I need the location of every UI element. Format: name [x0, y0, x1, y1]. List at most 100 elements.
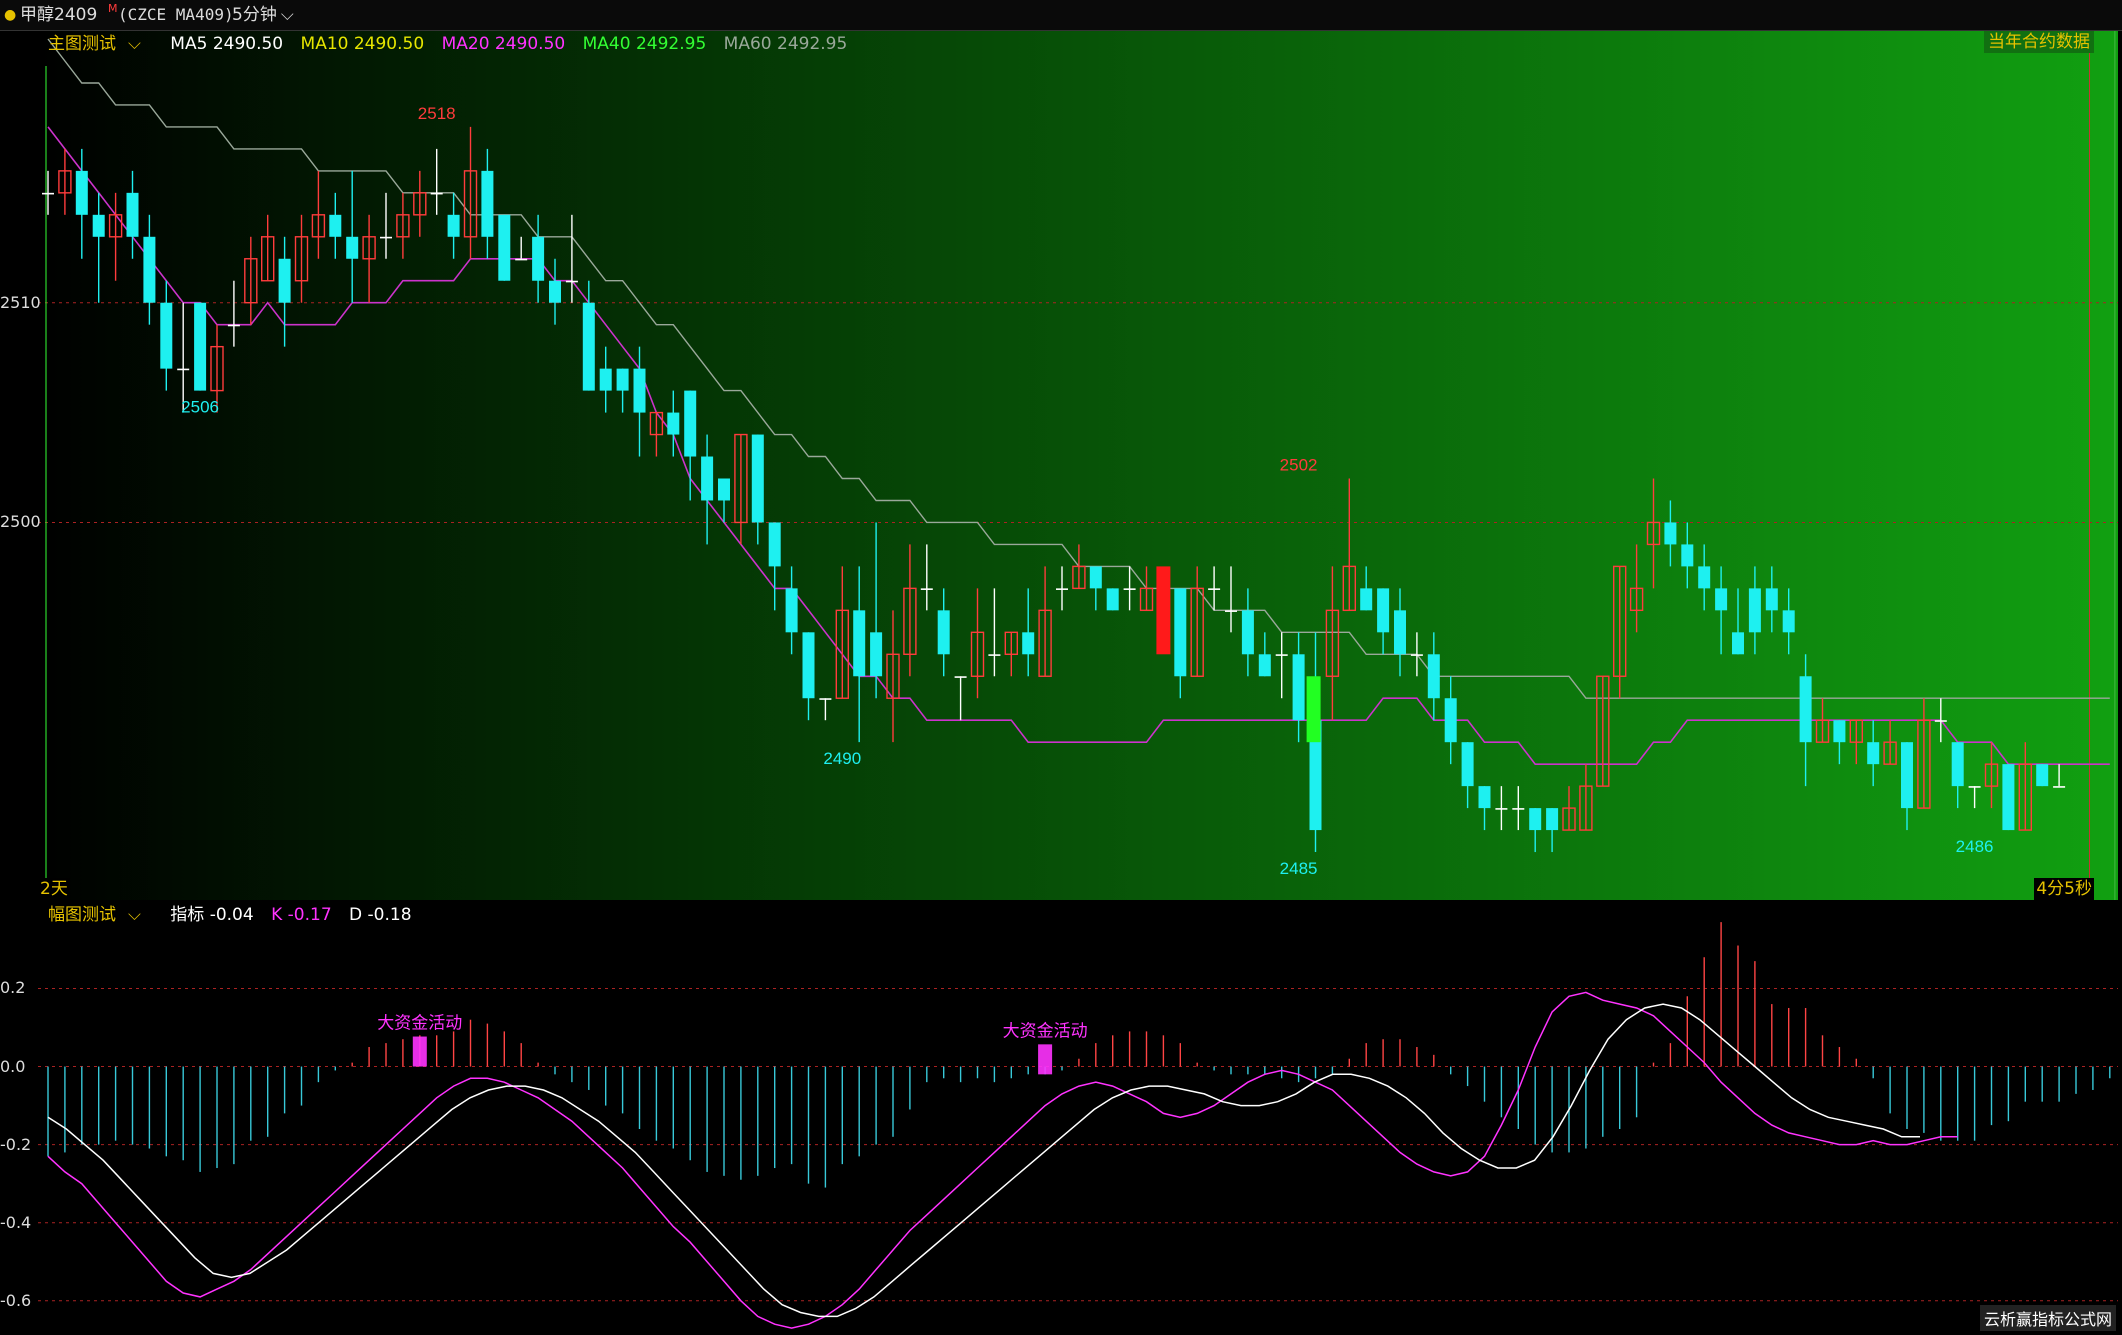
candle-body	[870, 632, 883, 677]
candle-body	[1444, 698, 1457, 743]
highlight-green-candle	[1306, 676, 1321, 743]
sub-indicator-selector[interactable]: 幅图测试 ⌵	[48, 905, 153, 925]
main-indicator-name: 主图测试	[48, 34, 116, 54]
candle-body	[768, 522, 781, 567]
price-annotation: 2490	[823, 749, 861, 768]
price-annotation: 2485	[1280, 859, 1318, 878]
candle-body	[616, 368, 629, 391]
candle-body	[126, 192, 139, 237]
candle-body	[751, 434, 764, 523]
ma40-label: MA40 2492.95	[582, 34, 707, 54]
candle-body	[599, 368, 612, 391]
sub-chart-panel[interactable]: 大资金活动 大资金活动 幅图测试 ⌵ 指标 -0.04 K -0.17 D -0.1…	[38, 902, 2118, 1334]
oscillator-chart[interactable]: 大资金活动 大资金活动	[38, 902, 2118, 1334]
k-value: K -0.17	[271, 905, 332, 925]
candle-body	[42, 192, 54, 195]
y-tick-label: 2500	[0, 512, 41, 532]
watermark: 云析赢指标公式网	[1979, 1305, 2116, 1331]
candle-body	[430, 192, 443, 195]
candle-body	[92, 214, 105, 237]
candle-body	[1461, 742, 1474, 787]
candle-body	[1698, 566, 1711, 589]
countdown-label: 4分5秒	[2034, 878, 2094, 900]
status-dot-icon: ●	[4, 7, 17, 23]
ma60-label: MA60 2492.95	[723, 34, 848, 54]
candle-body	[2002, 764, 2015, 831]
chevron-down-icon: ⌵	[128, 34, 141, 54]
candle-body	[1394, 610, 1406, 655]
candle-body	[802, 632, 815, 699]
candle-body	[177, 368, 190, 371]
candle-body	[1022, 632, 1035, 655]
main-y-axis: 2510 2500	[0, 31, 41, 900]
contract-data-label[interactable]: 当年合约数据	[1984, 31, 2094, 53]
candle-body	[1478, 786, 1491, 809]
fund-activity-marker	[412, 1036, 427, 1067]
candle-body	[1867, 742, 1880, 765]
candle-body	[1292, 654, 1305, 721]
days-label: 2天	[38, 878, 70, 900]
candle-body	[667, 412, 680, 435]
candle-body	[481, 170, 494, 237]
candle-body	[447, 214, 460, 237]
candle-body	[1951, 742, 1964, 787]
ma20-label: MA20 2490.50	[441, 34, 566, 54]
main-indicator-selector[interactable]: 主图测试 ⌵	[48, 34, 153, 54]
candle-body	[1732, 632, 1744, 655]
candle-body	[1056, 588, 1068, 590]
d-line	[47, 1003, 1920, 1318]
candle-body	[1427, 654, 1440, 699]
candle-body	[701, 456, 714, 501]
price-annotation: 2502	[1280, 456, 1318, 475]
candle-body	[549, 280, 561, 303]
title-bar: ● 甲醇2409 M (CZCE MA409) 5分钟 ⌵	[0, 0, 2122, 31]
contract-title[interactable]: 甲醇2409	[20, 0, 97, 30]
highlight-red-candle	[1156, 566, 1171, 655]
chevron-down-icon: ⌵	[128, 905, 141, 925]
candle-body	[1360, 588, 1373, 611]
fund-activity-label: 大资金活动	[1003, 1021, 1088, 1041]
candle-body	[1664, 522, 1677, 545]
candle-body	[1968, 786, 1981, 788]
candle-body	[329, 214, 342, 237]
price-annotation: 2518	[418, 104, 456, 123]
candle-body	[954, 676, 967, 678]
candle-body	[1833, 720, 1846, 743]
contract-title-mark: M	[108, 2, 118, 15]
candle-body	[1782, 610, 1795, 633]
candle-body	[1512, 808, 1525, 810]
d-value: D -0.18	[349, 905, 412, 925]
candle-body	[1106, 588, 1119, 611]
candle-body	[227, 324, 240, 327]
candle-body	[1089, 566, 1102, 589]
period-label: 5分钟	[232, 5, 277, 25]
candle-body	[920, 588, 933, 590]
candle-body	[819, 698, 832, 700]
price-annotation: 2506	[181, 398, 219, 417]
ma10-label: MA10 2490.50	[300, 34, 425, 54]
candle-body	[532, 236, 545, 281]
candle-body	[1225, 610, 1237, 612]
period-selector[interactable]: 5分钟 ⌵	[232, 0, 294, 30]
candle-body	[160, 302, 173, 369]
k-line	[47, 991, 1958, 1329]
chevron-down-icon: ⌵	[280, 5, 294, 25]
candle-body	[1208, 588, 1221, 590]
indicator-value: 指标 -0.04	[170, 905, 254, 925]
main-legend: 主图测试 ⌵ MA5 2490.50 MA10 2490.50 MA20 2490…	[48, 31, 859, 57]
candle-body	[1275, 654, 1288, 656]
main-chart-panel[interactable]: 2518 2506 2490 2502 2485 2486 主图测试 ⌵ MA5 2490.…	[38, 31, 2118, 900]
candle-body	[853, 610, 866, 677]
fund-activity-marker	[1038, 1044, 1053, 1075]
candle-body	[1258, 654, 1271, 677]
sub-indicator-name: 幅图测试	[48, 905, 116, 925]
candle-body	[1765, 588, 1778, 611]
candle-body	[75, 170, 88, 215]
y-tick-label: 2510	[0, 292, 41, 312]
candlestick-chart[interactable]: 2518 2506 2490 2502 2485 2486	[38, 31, 2118, 900]
candle-body	[346, 236, 359, 259]
y-tick-label: 0.2	[0, 978, 26, 998]
candle-body	[1748, 588, 1761, 633]
candle-body	[937, 610, 950, 655]
candle-body	[1546, 808, 1559, 831]
